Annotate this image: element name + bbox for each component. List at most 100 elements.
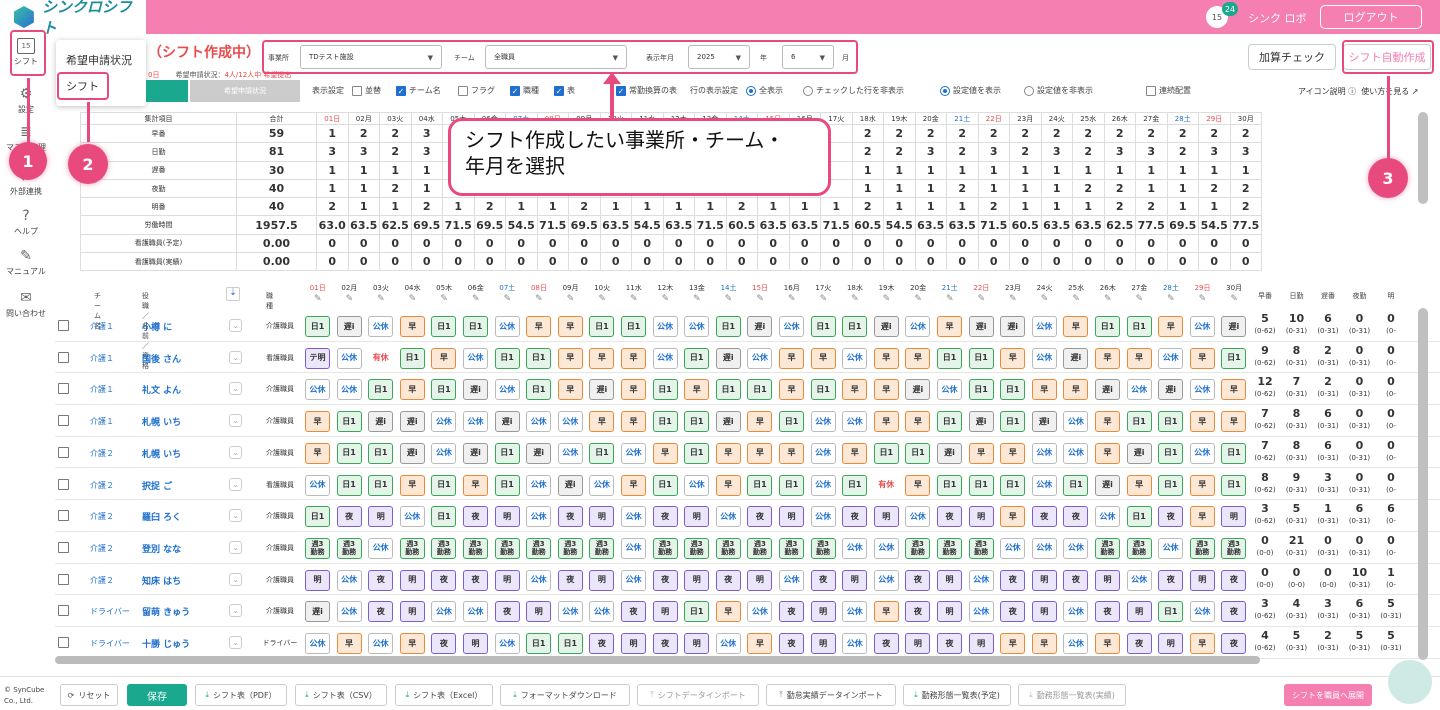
shift-cell[interactable]: 遅i [305, 601, 330, 623]
shift-cell[interactable]: 日1 [1126, 411, 1152, 433]
shift-cell[interactable]: 明 [1031, 601, 1057, 623]
shift-cell[interactable]: 公休 [937, 379, 962, 401]
export-pdf-button[interactable]: ⤓ シフト表（PDF） [195, 684, 287, 706]
shift-cell[interactable]: 日1 [937, 411, 962, 433]
shift-cell[interactable]: 日1 [526, 379, 552, 401]
shift-cell[interactable]: 夜 [1000, 601, 1026, 623]
shift-cell[interactable]: 夜 [431, 569, 457, 591]
shift-cell[interactable]: 週3 勤務 [557, 537, 583, 559]
shift-cell[interactable]: 公休 [968, 569, 994, 591]
shift-cell[interactable]: 日1 [810, 379, 836, 401]
shift-cell[interactable]: 公休 [1126, 379, 1152, 401]
shift-cell[interactable]: 公休 [715, 633, 741, 654]
shift-cell[interactable]: 早 [621, 474, 646, 496]
shift-cell[interactable]: 日1 [431, 506, 457, 528]
shift-cell[interactable]: 週3 勤務 [399, 537, 425, 559]
pencil-icon[interactable]: ✎ [650, 294, 682, 305]
shift-cell[interactable]: 日1 [747, 379, 773, 401]
pencil-icon[interactable]: ✎ [302, 294, 334, 305]
shift-cell[interactable]: 公休 [336, 379, 362, 401]
shift-cell[interactable]: 公休 [1063, 537, 1089, 559]
shift-cell[interactable]: 公休 [336, 569, 362, 591]
shift-cell[interactable]: 日1 [810, 316, 836, 337]
shift-cell[interactable]: 日1 [968, 347, 994, 369]
shift-cell[interactable]: 公休 [747, 347, 773, 369]
checkbox[interactable] [458, 85, 468, 96]
shift-cell[interactable]: 早 [873, 601, 899, 623]
shift-cell[interactable]: 遅i [1063, 347, 1089, 369]
shift-cell[interactable]: 公休 [336, 601, 362, 623]
row-checkbox[interactable] [58, 478, 69, 490]
radio[interactable] [940, 85, 950, 96]
pencil-icon[interactable]: ✎ [713, 294, 745, 305]
shift-cell[interactable]: 明 [779, 506, 804, 528]
shift-cell[interactable]: 早 [1063, 379, 1089, 401]
shift-cell[interactable]: 夜 [779, 601, 804, 623]
option-sort[interactable]: 並替 [352, 85, 381, 96]
shift-cell[interactable]: 早 [1000, 506, 1026, 528]
shift-cell[interactable]: 早 [905, 474, 931, 496]
shift-cell[interactable]: 明 [399, 601, 425, 623]
shift-cell[interactable]: 明 [684, 569, 710, 591]
shift-cell[interactable]: 公休 [1063, 411, 1089, 433]
shift-cell[interactable]: 公休 [905, 506, 931, 528]
shift-cell[interactable]: 公休 [589, 474, 615, 496]
shift-cell[interactable]: 公休 [1031, 316, 1057, 337]
pencil-icon[interactable]: ✎ [1060, 294, 1092, 305]
shift-cell[interactable]: 夜 [1000, 569, 1026, 591]
radio[interactable] [1024, 85, 1034, 96]
shift-cell[interactable]: 早 [589, 347, 615, 369]
row-checkbox[interactable] [58, 573, 69, 585]
staff-select-chevron-icon[interactable]: ⌄ [229, 414, 242, 428]
shift-cell[interactable]: 夜 [463, 506, 488, 528]
shift-cell[interactable]: 週3 勤務 [305, 537, 330, 559]
shift-cell[interactable]: 早 [621, 347, 646, 369]
staff-select-chevron-icon[interactable]: ⌄ [229, 636, 242, 649]
shift-cell[interactable]: 週3 勤務 [1189, 537, 1215, 559]
shift-cell[interactable]: 日1 [431, 316, 457, 337]
horizontal-scrollbar[interactable] [55, 656, 1260, 664]
staff-select-chevron-icon[interactable]: ⌄ [229, 540, 242, 554]
addition-check-button[interactable]: 加算チェック [1248, 44, 1336, 70]
shift-cell[interactable]: 公休 [842, 537, 868, 559]
row-checkbox[interactable] [58, 605, 69, 617]
expand-to-staff-button[interactable]: シフトを職員へ展開 [1284, 684, 1372, 706]
shift-cell[interactable]: 公休 [1031, 347, 1057, 369]
staff-name[interactable]: 十勝 じゅう [142, 637, 190, 650]
shift-cell[interactable]: 夜 [905, 569, 931, 591]
shift-cell[interactable]: 日1 [621, 316, 646, 337]
shift-cell[interactable]: 明 [937, 569, 962, 591]
shift-cell[interactable]: 日1 [1221, 442, 1247, 464]
shift-cell[interactable]: 早 [652, 442, 678, 464]
shift-cell[interactable]: 日1 [652, 474, 678, 496]
checkbox[interactable]: ✓ [510, 85, 520, 96]
shift-cell[interactable]: 公休 [652, 347, 678, 369]
shift-cell[interactable]: 明 [905, 633, 931, 654]
shift-cell[interactable]: 週3 勤務 [1095, 537, 1120, 559]
row-checkbox[interactable] [58, 383, 69, 395]
shift-cell[interactable]: 早 [305, 411, 330, 433]
shift-cell[interactable]: 週3 勤務 [336, 537, 362, 559]
shift-cell[interactable]: 遅i [368, 411, 394, 433]
shift-cell[interactable]: 遅i [968, 411, 994, 433]
format-download-button[interactable]: ⤓ フォーマットダウンロード [500, 684, 630, 706]
shift-cell[interactable]: 日1 [589, 316, 615, 337]
shift-cell[interactable]: 夜 [1095, 601, 1120, 623]
shift-cell[interactable]: 遅i [463, 379, 488, 401]
shift-cell[interactable]: 遅i [1031, 411, 1057, 433]
radio-show-all[interactable]: 全表示 [746, 85, 783, 96]
shift-cell[interactable]: 日1 [1221, 347, 1247, 369]
option-consecutive[interactable]: 連続配置 [1146, 85, 1191, 96]
shift-cell[interactable]: 日1 [336, 442, 362, 464]
staff-name[interactable]: 小樽 に [142, 320, 172, 333]
shift-cell[interactable]: 早 [621, 379, 646, 401]
shift-cell[interactable]: 明 [399, 569, 425, 591]
shift-cell[interactable]: 日1 [1158, 474, 1184, 496]
shift-cell[interactable]: 公休 [810, 506, 836, 528]
shift-cell[interactable]: 遅i [715, 411, 741, 433]
shift-cell[interactable]: 日1 [1126, 506, 1152, 528]
shift-cell[interactable]: 早 [621, 411, 646, 433]
shift-cell[interactable]: 夜 [1126, 633, 1152, 654]
shift-cell[interactable]: 早 [399, 379, 425, 401]
shift-cell[interactable]: 公休 [305, 474, 330, 496]
